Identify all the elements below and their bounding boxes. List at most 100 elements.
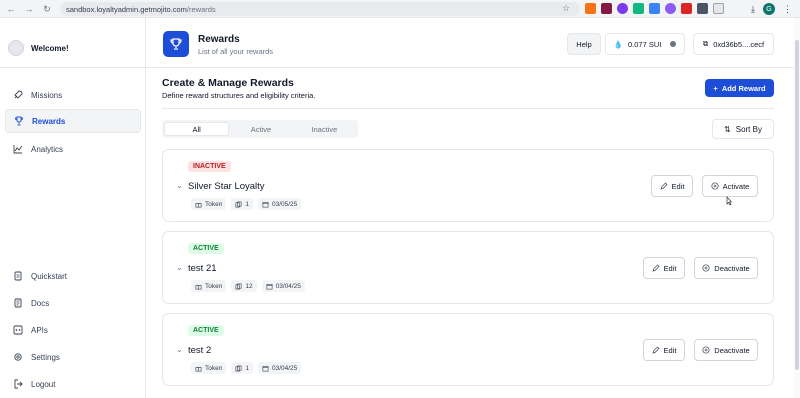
reward-meta: Token 12 03/04/25 bbox=[191, 280, 305, 292]
calendar-icon bbox=[262, 201, 269, 207]
pencil-icon bbox=[652, 264, 660, 272]
sidebar-item-label: Analytics bbox=[31, 144, 64, 154]
chevron-down-icon[interactable]: ⌄ bbox=[176, 181, 183, 190]
browser-toolbar: ← → ↻ sandbox.loyaltyadmin.getmojito.com… bbox=[0, 0, 800, 18]
edit-button[interactable]: Edit bbox=[651, 175, 693, 197]
calendar-icon bbox=[262, 365, 269, 371]
chevron-down-icon[interactable]: ⌄ bbox=[176, 345, 183, 354]
count-chip: 1 bbox=[231, 362, 253, 374]
page-subtitle: List of all your rewards bbox=[198, 47, 274, 56]
extension-icon[interactable] bbox=[601, 3, 612, 14]
tab-inactive[interactable]: Inactive bbox=[293, 122, 356, 136]
count-label: 12 bbox=[245, 282, 253, 290]
sidebar-item-rewards[interactable]: Rewards bbox=[5, 109, 141, 133]
extension-icon[interactable] bbox=[681, 3, 692, 14]
date-label: 03/04/25 bbox=[271, 364, 298, 372]
address-bar[interactable]: sandbox.loyaltyadmin.getmojito.com/rewar… bbox=[60, 2, 580, 16]
extension-icon[interactable] bbox=[617, 3, 628, 14]
edit-button[interactable]: Edit bbox=[643, 257, 685, 279]
calendar-icon bbox=[266, 283, 273, 289]
url-path: /rewards bbox=[186, 4, 216, 14]
plus-circle-icon bbox=[702, 346, 710, 354]
sidebar-item-missions[interactable]: Missions bbox=[5, 83, 141, 107]
sidebar-item-apis[interactable]: APIs bbox=[5, 318, 141, 342]
copies-icon bbox=[235, 365, 242, 371]
welcome-header: Welcome! bbox=[8, 40, 69, 56]
add-reward-button[interactable]: + Add Reward bbox=[705, 79, 774, 97]
status-badge: ACTIVE bbox=[188, 325, 224, 336]
add-reward-label: Add Reward bbox=[721, 83, 766, 93]
metamask-extension-icon[interactable] bbox=[585, 3, 596, 14]
reward-card: INACTIVE ⌄ Silver Star Loyalty Token 1 0… bbox=[162, 149, 774, 222]
sidebar-item-analytics[interactable]: Analytics bbox=[5, 137, 141, 161]
help-label: Help bbox=[576, 39, 592, 49]
avatar[interactable] bbox=[8, 40, 24, 56]
divider bbox=[162, 108, 774, 109]
wallet-address: 0xd36b5....cecf bbox=[713, 39, 765, 49]
tab-active[interactable]: Active bbox=[229, 122, 292, 136]
reward-name: test 2 bbox=[188, 345, 212, 356]
trophy-icon bbox=[15, 116, 23, 126]
gift-icon bbox=[195, 284, 202, 289]
extension-icon[interactable] bbox=[633, 3, 644, 14]
edit-button[interactable]: Edit bbox=[643, 339, 685, 361]
extension-icon[interactable] bbox=[697, 3, 708, 14]
url-host: sandbox.loyaltyadmin.getmojito.com bbox=[66, 4, 187, 14]
page-title: Rewards bbox=[198, 34, 240, 45]
sidebar-item-quickstart[interactable]: Quickstart bbox=[5, 264, 141, 288]
type-label: Token bbox=[205, 282, 223, 290]
menu-kebab-icon[interactable]: ⋮ bbox=[783, 4, 792, 15]
section-title: Create & Manage Rewards bbox=[162, 77, 294, 89]
edit-label: Edit bbox=[663, 345, 677, 355]
type-chip: Token bbox=[191, 362, 227, 374]
plus-circle-icon bbox=[711, 182, 719, 190]
welcome-text: Welcome! bbox=[31, 43, 69, 53]
deactivate-button[interactable]: Deactivate bbox=[694, 257, 758, 279]
back-icon[interactable]: ← bbox=[4, 2, 18, 16]
status-badge: ACTIVE bbox=[188, 243, 224, 254]
doc-icon bbox=[14, 271, 22, 281]
sort-by-button[interactable]: ⇅ Sort By bbox=[712, 119, 774, 139]
sidebar-divider bbox=[0, 67, 146, 68]
chevron-down-icon[interactable]: ⌄ bbox=[176, 263, 183, 272]
sidebar-item-logout[interactable]: Logout bbox=[5, 372, 141, 396]
profile-avatar[interactable]: G bbox=[763, 3, 775, 15]
date-chip: 03/04/25 bbox=[257, 362, 302, 374]
sidebar-item-settings[interactable]: Settings bbox=[5, 345, 141, 369]
sort-icon: ⇅ bbox=[724, 124, 731, 134]
extensions-puzzle-icon[interactable] bbox=[713, 3, 724, 14]
trophy-icon bbox=[163, 31, 189, 57]
help-button[interactable]: Help bbox=[567, 33, 601, 55]
sidebar-item-docs[interactable]: Docs bbox=[5, 291, 141, 315]
wallet-address-button[interactable]: ⧉ 0xd36b5....cecf bbox=[693, 33, 774, 55]
pencil-icon bbox=[652, 346, 660, 354]
deactivate-label: Deactivate bbox=[714, 345, 750, 355]
pencil-icon bbox=[660, 182, 668, 190]
count-label: 1 bbox=[245, 364, 249, 372]
extension-icon[interactable] bbox=[665, 3, 676, 14]
edit-label: Edit bbox=[663, 263, 677, 273]
bookmark-star-icon[interactable]: ☆ bbox=[562, 3, 570, 14]
info-icon bbox=[670, 41, 677, 47]
type-label: Token bbox=[205, 364, 223, 372]
section-subtitle: Define reward structures and eligibility… bbox=[162, 91, 316, 100]
activate-label: Activate bbox=[722, 181, 750, 191]
activate-button[interactable]: Activate bbox=[702, 175, 758, 197]
reward-meta: Token 1 03/05/25 bbox=[191, 198, 302, 210]
count-chip: 1 bbox=[231, 198, 253, 210]
gift-icon bbox=[195, 202, 202, 207]
extension-icon[interactable] bbox=[649, 3, 660, 14]
tab-all[interactable]: All bbox=[164, 122, 230, 136]
date-label: 03/04/25 bbox=[275, 282, 301, 290]
reload-icon[interactable]: ↻ bbox=[40, 2, 54, 16]
balance-value: 0.077 SUI bbox=[627, 39, 662, 49]
balance-display[interactable]: 💧 0.077 SUI bbox=[605, 33, 685, 55]
scrollbar-thumb[interactable] bbox=[795, 40, 799, 370]
deactivate-label: Deactivate bbox=[714, 263, 750, 273]
plus-icon: + bbox=[713, 83, 718, 93]
download-icon[interactable]: ⤓ bbox=[751, 4, 755, 15]
chart-line-icon bbox=[13, 145, 23, 154]
forward-icon[interactable]: → bbox=[22, 2, 36, 16]
rocket-icon bbox=[14, 90, 23, 99]
deactivate-button[interactable]: Deactivate bbox=[694, 339, 758, 361]
